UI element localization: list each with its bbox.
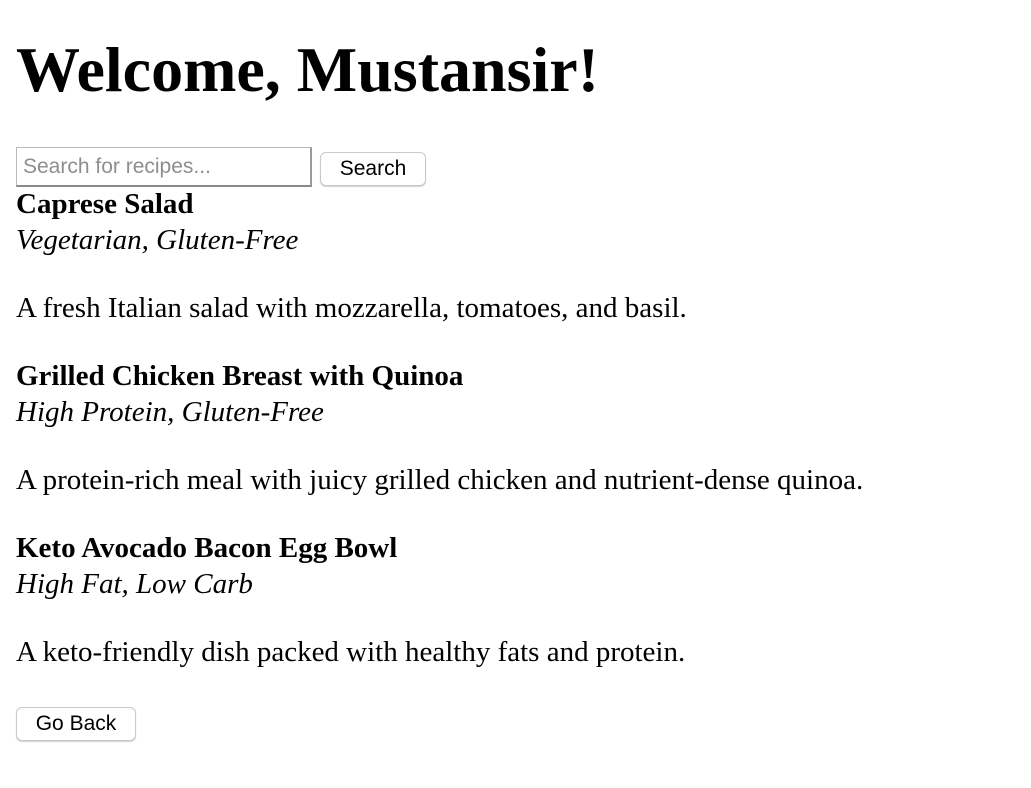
page-title: Welcome, Mustansir! bbox=[16, 34, 599, 105]
recipe-title: Keto Avocado Bacon Egg Bowl bbox=[16, 532, 398, 564]
search-bar: Search bbox=[16, 147, 426, 187]
recipe-tags: High Fat, Low Carb bbox=[16, 568, 253, 600]
recipe-item: Grilled Chicken Breast with Quinoa High … bbox=[16, 358, 1016, 530]
recipe-description: A fresh Italian salad with mozzarella, t… bbox=[16, 292, 687, 324]
recipe-item: Keto Avocado Bacon Egg Bowl High Fat, Lo… bbox=[16, 530, 1016, 702]
recipe-description: A keto-friendly dish packed with healthy… bbox=[16, 636, 686, 668]
recipe-description: A protein-rich meal with juicy grilled c… bbox=[16, 464, 864, 496]
recipe-item: Caprese Salad Vegetarian, Gluten-Free A … bbox=[16, 186, 1016, 358]
recipe-list: Caprese Salad Vegetarian, Gluten-Free A … bbox=[16, 186, 1016, 702]
search-button[interactable]: Search bbox=[320, 152, 426, 186]
search-input[interactable] bbox=[16, 147, 312, 187]
recipe-title: Grilled Chicken Breast with Quinoa bbox=[16, 360, 464, 392]
recipe-title: Caprese Salad bbox=[16, 188, 194, 220]
recipe-tags: High Protein, Gluten-Free bbox=[16, 396, 324, 428]
recipe-tags: Vegetarian, Gluten-Free bbox=[16, 224, 299, 256]
go-back-button[interactable]: Go Back bbox=[16, 707, 136, 741]
